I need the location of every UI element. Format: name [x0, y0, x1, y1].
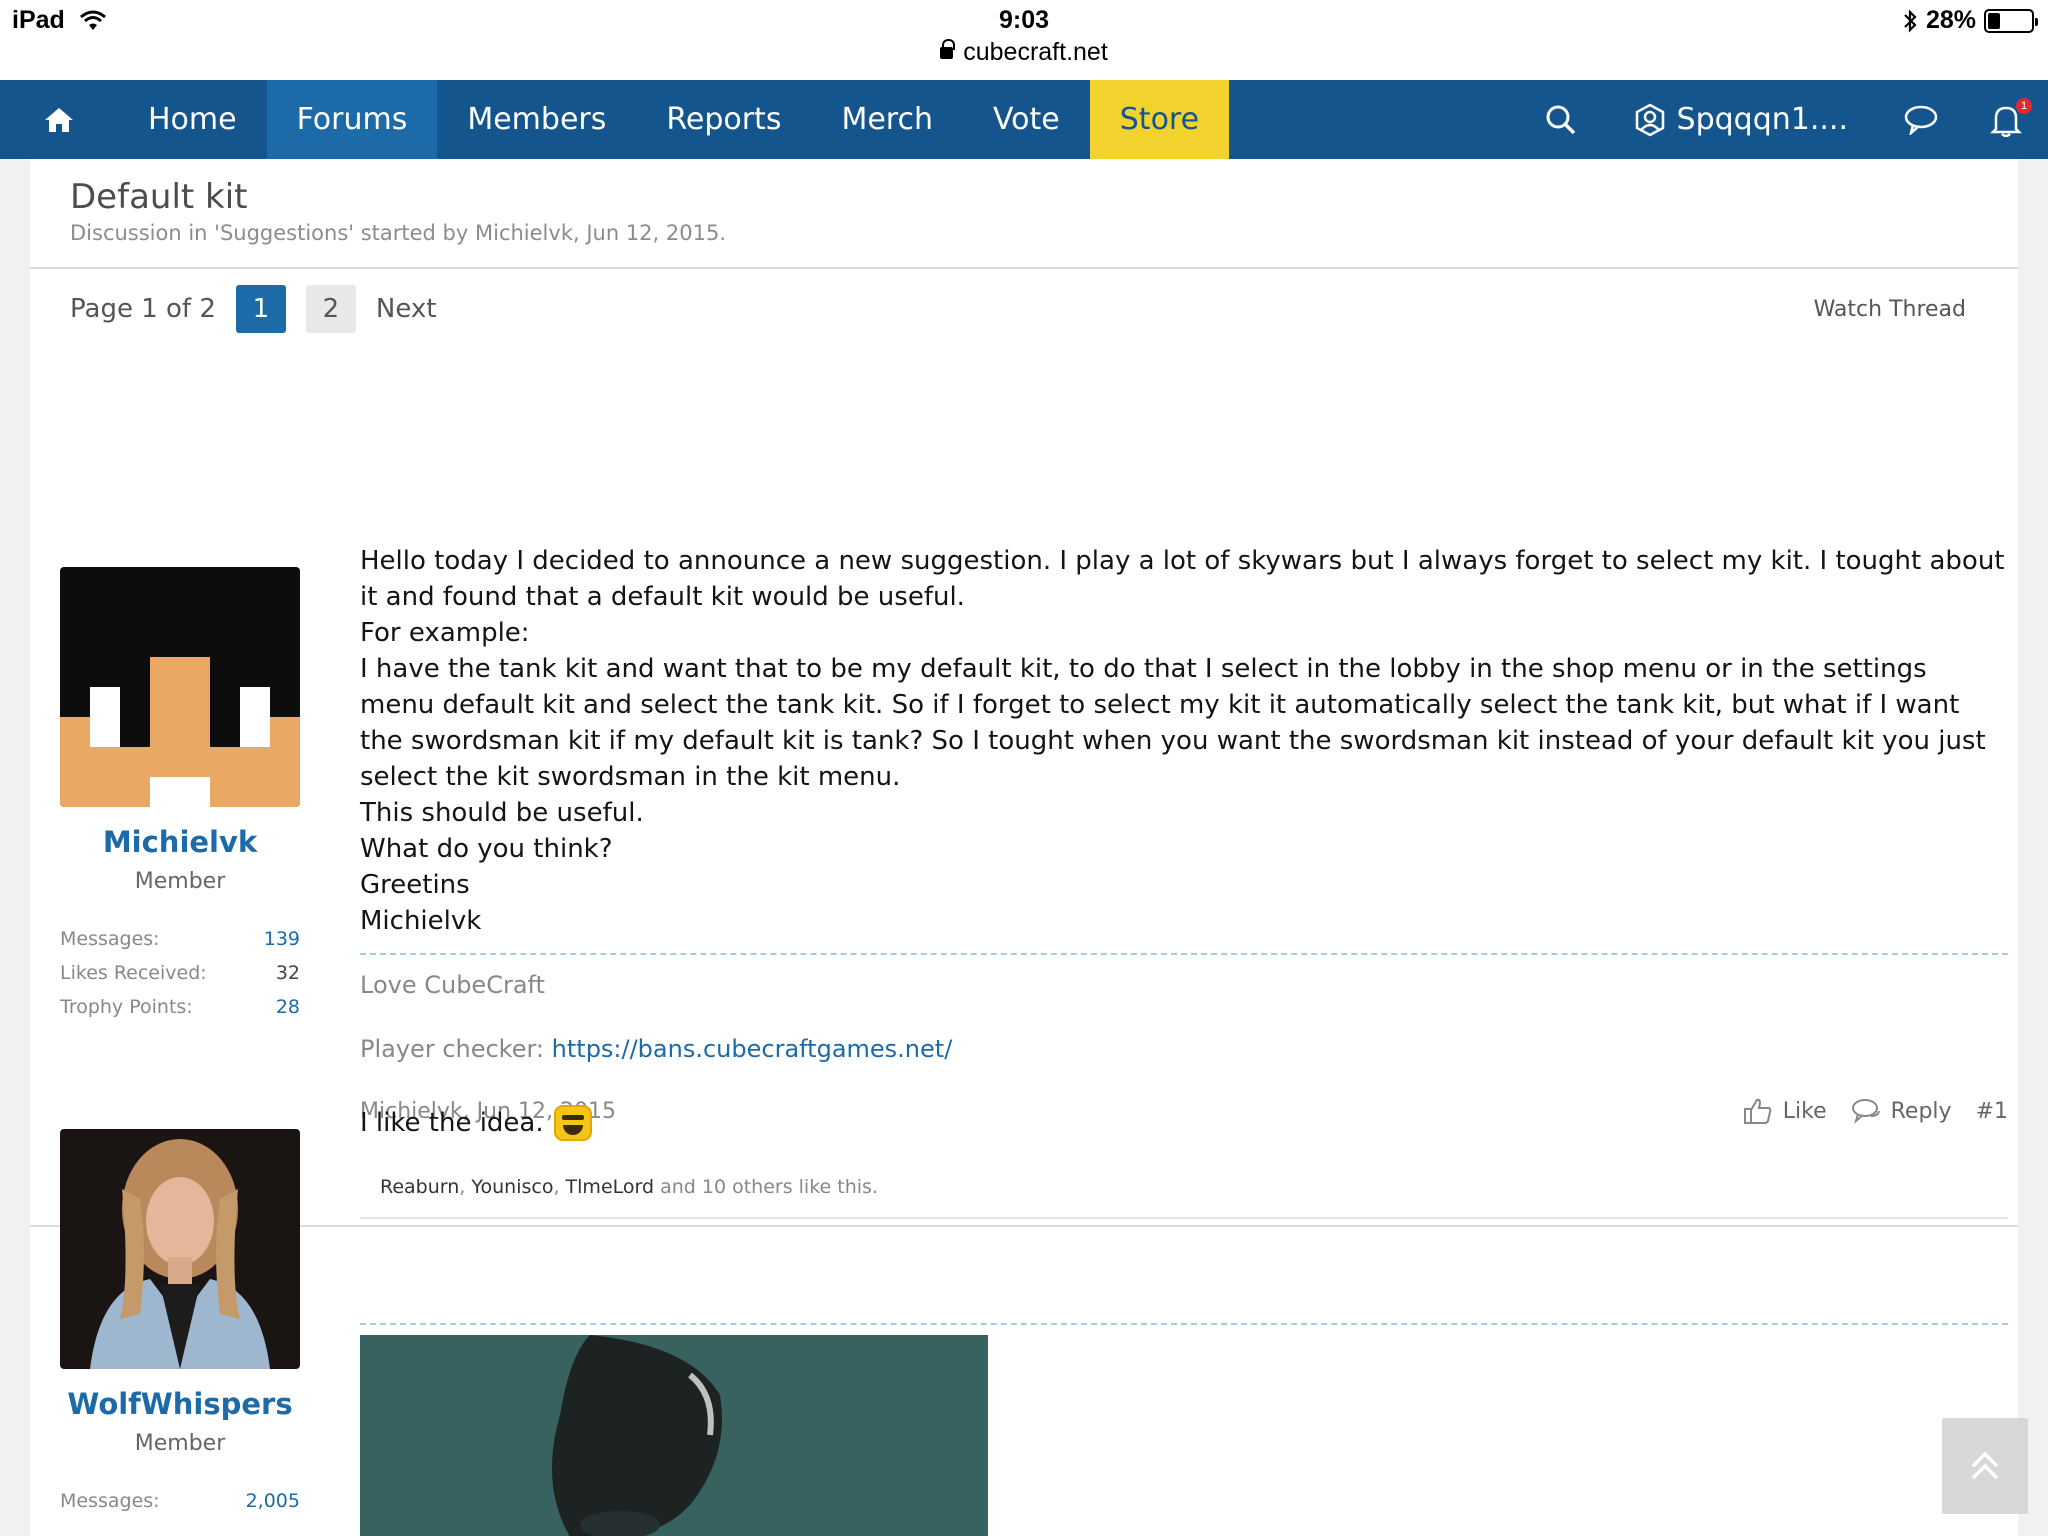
messages-count[interactable]: 2,005	[246, 1490, 300, 1524]
search-icon	[1546, 105, 1575, 134]
post-message: I like the idea.	[360, 1105, 2008, 1141]
alerts-button[interactable]: 1	[1964, 80, 2048, 159]
signature-label: Player checker:	[360, 1035, 552, 1063]
scroll-to-top-button[interactable]	[1942, 1418, 2028, 1514]
user-stats: Messages: 2,005	[60, 1490, 300, 1524]
body-line: For example:	[360, 618, 530, 648]
nav-right: Spqqqn1.... 1	[1519, 80, 2048, 159]
likes-received-count: 32	[275, 962, 300, 984]
signature: Love CubeCraft Player checker: https://b…	[360, 953, 2008, 1069]
nav-forums[interactable]: Forums	[266, 80, 438, 159]
likes-summary: Reaburn, Younisco, TlmeLord and 10 other…	[360, 1157, 2008, 1219]
battery-icon	[1984, 8, 2038, 33]
conversations-button[interactable]	[1878, 80, 1964, 159]
body-line: Hello today I decided to announce a new …	[360, 546, 2005, 612]
user-title: Member	[134, 1431, 226, 1456]
user-title: Member	[134, 869, 226, 894]
signature-image	[360, 1335, 988, 1536]
liker-name[interactable]: Reaburn	[380, 1176, 459, 1198]
avatar[interactable]	[60, 1129, 300, 1369]
body-line: Michielvk	[360, 906, 482, 936]
nav-home[interactable]: Home	[118, 80, 267, 159]
body-line: What do you think?	[360, 834, 613, 864]
nav-vote[interactable]: Vote	[963, 80, 1090, 159]
trophy-points-count[interactable]: 28	[276, 996, 300, 1030]
page-2-button[interactable]: 2	[305, 285, 356, 333]
liker-name[interactable]: Younisco	[471, 1176, 553, 1198]
liker-name[interactable]: TlmeLord	[566, 1176, 655, 1198]
page-navigation: Page 1 of 2 1 2 Next	[70, 285, 436, 333]
stat-label: Trophy Points:	[60, 996, 193, 1018]
chat-bubble-icon	[1904, 105, 1938, 135]
bluetooth-icon	[1904, 8, 1917, 33]
likes-others-text[interactable]: and 10 others like this.	[660, 1176, 878, 1198]
stat-label: Messages:	[60, 1490, 160, 1512]
post-username[interactable]: WolfWhispers	[60, 1387, 300, 1421]
thread-meta: Discussion in 'Suggestions' started by M…	[70, 221, 727, 245]
avatar[interactable]	[60, 567, 300, 807]
post-body: I like the idea.	[360, 1105, 2008, 1141]
player-checker-link[interactable]: https://bans.cubecraftgames.net/	[552, 1035, 953, 1063]
next-page-link[interactable]: Next	[376, 294, 437, 324]
main-nav: Home Forums Members Reports Merch Vote S…	[0, 80, 2048, 159]
page-info: Page 1 of 2	[70, 294, 216, 324]
status-right: 28%	[1902, 6, 2038, 35]
signature-text: Love CubeCraft	[360, 971, 545, 999]
user-stats: Messages: 139 Likes Received: 32 Trophy Po…	[60, 928, 300, 1030]
post-user-info: WolfWhispers Member Messages: 2,005	[60, 1129, 300, 1524]
post: Michielvk Member Messages: 139 Likes Rece…	[30, 407, 2018, 1227]
post-username[interactable]: Michielvk	[60, 825, 300, 859]
body-line: This should be useful.	[360, 798, 644, 828]
nav-members[interactable]: Members	[437, 80, 636, 159]
body-line: I have the tank kit and want that to be …	[360, 654, 1986, 792]
page-1-button[interactable]: 1	[235, 285, 286, 333]
alerts-badge: 1	[2016, 98, 2032, 114]
thread-title: Default kit	[70, 177, 248, 217]
body-line: Greetins	[360, 870, 470, 900]
ios-status-bar: iPad 9:03 cubecraft.net 28%	[0, 0, 2048, 80]
home-icon-button[interactable]	[0, 80, 118, 159]
nav-reports[interactable]: Reports	[636, 80, 811, 159]
address-bar[interactable]: cubecraft.net	[0, 38, 2048, 67]
stat-label: Likes Received:	[60, 962, 207, 984]
grin-emoji-icon	[553, 1105, 592, 1141]
user-menu[interactable]: Spqqqn1....	[1603, 102, 1878, 137]
lock-icon	[940, 39, 956, 59]
nav-store[interactable]: Store	[1089, 80, 1230, 159]
clock: 9:03	[998, 6, 1050, 34]
home-icon	[45, 107, 73, 132]
username-label: Spqqqn1....	[1676, 102, 1848, 137]
body-line: I like the idea.	[360, 1108, 544, 1138]
battery-percent: 28%	[1925, 6, 1976, 34]
user-icon	[1635, 103, 1664, 136]
nav-merch[interactable]: Merch	[811, 80, 963, 159]
watch-thread-link[interactable]: Watch Thread	[1814, 297, 1966, 322]
url-text: cubecraft.net	[963, 38, 1108, 66]
signature-divider	[360, 1323, 2008, 1325]
search-button[interactable]	[1519, 80, 1603, 159]
thread-header: Default kit Discussion in 'Suggestions' …	[30, 159, 2018, 269]
post-body: Hello today I decided to announce a new …	[360, 543, 2008, 939]
messages-count[interactable]: 139	[264, 928, 300, 962]
post-user-info: Michielvk Member Messages: 139 Likes Rece…	[60, 567, 300, 1030]
signature-player-checker: Player checker: https://bans.cubecraftga…	[360, 1029, 2008, 1069]
main-content: Default kit Discussion in 'Suggestions' …	[30, 159, 2018, 1536]
double-chevron-up-icon	[1971, 1451, 1999, 1480]
stat-label: Messages:	[60, 928, 160, 950]
